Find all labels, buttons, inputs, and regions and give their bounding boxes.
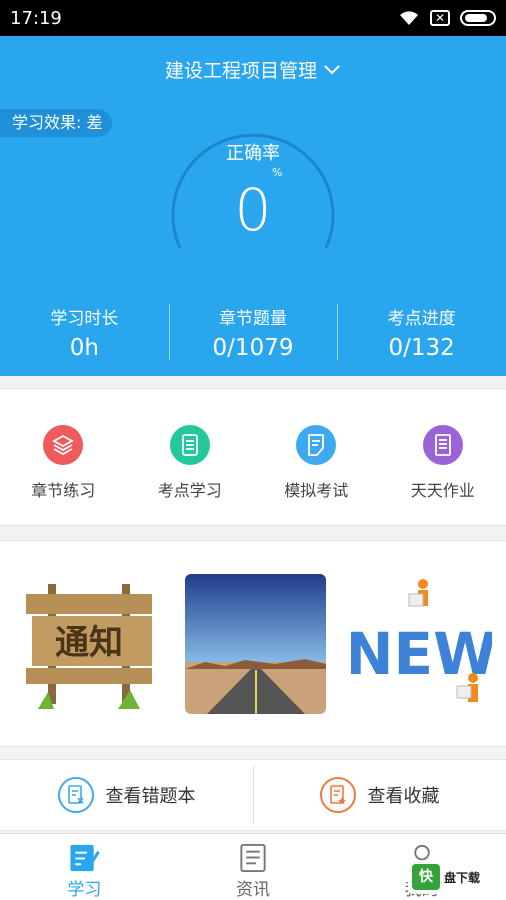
watermark-badge: 快 bbox=[412, 864, 440, 890]
wifi-icon bbox=[400, 11, 418, 25]
news-icon bbox=[240, 843, 266, 873]
menu-mock-exam[interactable]: 模拟考试 bbox=[253, 389, 380, 525]
action-label: 查看收藏 bbox=[367, 786, 440, 807]
menu-label: 模拟考试 bbox=[284, 481, 349, 500]
action-label: 查看错题本 bbox=[105, 786, 196, 807]
menu-label: 天天作业 bbox=[410, 481, 475, 500]
stat-label: 学习时长 bbox=[50, 309, 119, 329]
menu-label: 考点学习 bbox=[157, 481, 222, 500]
stat-value: 0h bbox=[69, 335, 99, 361]
tab-study[interactable]: 学习 bbox=[0, 834, 169, 900]
stat-study-time: 学习时长 0h bbox=[0, 300, 169, 361]
notice-banner-text: 通知 bbox=[55, 623, 123, 663]
tab-label: 资讯 bbox=[236, 880, 270, 900]
accuracy-value: 0 bbox=[234, 176, 272, 244]
chevron-down-icon bbox=[324, 64, 340, 74]
project-title: 建设工程项目管理 bbox=[164, 60, 317, 82]
status-icons: ✕ bbox=[398, 10, 496, 26]
app-page: 17:19 ✕ 建设工程项目管理 学习效果: 差 正确率 % 0 学习时长 0h bbox=[0, 0, 506, 900]
study-effect-badge: 学习效果: 差 bbox=[0, 109, 113, 137]
banner-carousel: 通知 NEW bbox=[0, 540, 506, 747]
no-sim-icon: ✕ bbox=[430, 10, 450, 26]
homework-icon bbox=[422, 425, 463, 465]
project-selector[interactable]: 建设工程项目管理 bbox=[0, 56, 506, 83]
menu-chapter-practice[interactable]: 章节练习 bbox=[0, 389, 127, 525]
favorite-icon bbox=[319, 777, 356, 813]
watermark-text: 盘下载 bbox=[444, 870, 481, 885]
news-banner[interactable]: NEW bbox=[351, 574, 492, 714]
stat-label: 章节题量 bbox=[219, 309, 287, 329]
stat-label: 考点进度 bbox=[387, 309, 456, 329]
accuracy-label: 正确率 bbox=[226, 143, 280, 164]
stat-chapter-questions: 章节题量 0/1079 bbox=[168, 300, 338, 361]
stat-value: 0/132 bbox=[388, 335, 455, 361]
status-time: 17:19 bbox=[10, 7, 62, 29]
document-icon bbox=[169, 425, 210, 465]
quick-menu: 章节练习 考点学习 模拟考试 天天作业 bbox=[0, 388, 506, 526]
exam-icon bbox=[296, 425, 337, 465]
menu-exam-point-study[interactable]: 考点学习 bbox=[127, 389, 254, 525]
menu-label: 章节练习 bbox=[31, 481, 96, 500]
stat-exam-point-progress: 考点进度 0/132 bbox=[337, 300, 506, 361]
study-stats: 学习时长 0h 章节题量 0/1079 考点进度 0/132 bbox=[0, 300, 506, 361]
watermark: 快 盘下载 bbox=[408, 860, 502, 894]
action-row: 查看错题本 查看收藏 bbox=[0, 759, 506, 831]
notice-banner[interactable]: 通知 bbox=[18, 574, 159, 714]
wrong-book-icon bbox=[57, 777, 94, 813]
status-bar: 17:19 ✕ bbox=[0, 0, 506, 36]
study-summary-header: 建设工程项目管理 学习效果: 差 正确率 % 0 学习时长 0h 章节题量 0/… bbox=[0, 36, 506, 376]
road-banner[interactable] bbox=[185, 574, 326, 714]
layers-icon bbox=[43, 425, 84, 465]
view-wrong-book-button[interactable]: 查看错题本 bbox=[0, 760, 253, 830]
stat-value: 0/1079 bbox=[212, 335, 294, 361]
tab-news[interactable]: 资讯 bbox=[169, 834, 338, 900]
battery-icon bbox=[460, 10, 496, 26]
view-favorites-button[interactable]: 查看收藏 bbox=[253, 760, 506, 830]
menu-daily-homework[interactable]: 天天作业 bbox=[380, 389, 506, 525]
study-icon bbox=[70, 844, 101, 872]
tab-label: 学习 bbox=[67, 880, 102, 900]
